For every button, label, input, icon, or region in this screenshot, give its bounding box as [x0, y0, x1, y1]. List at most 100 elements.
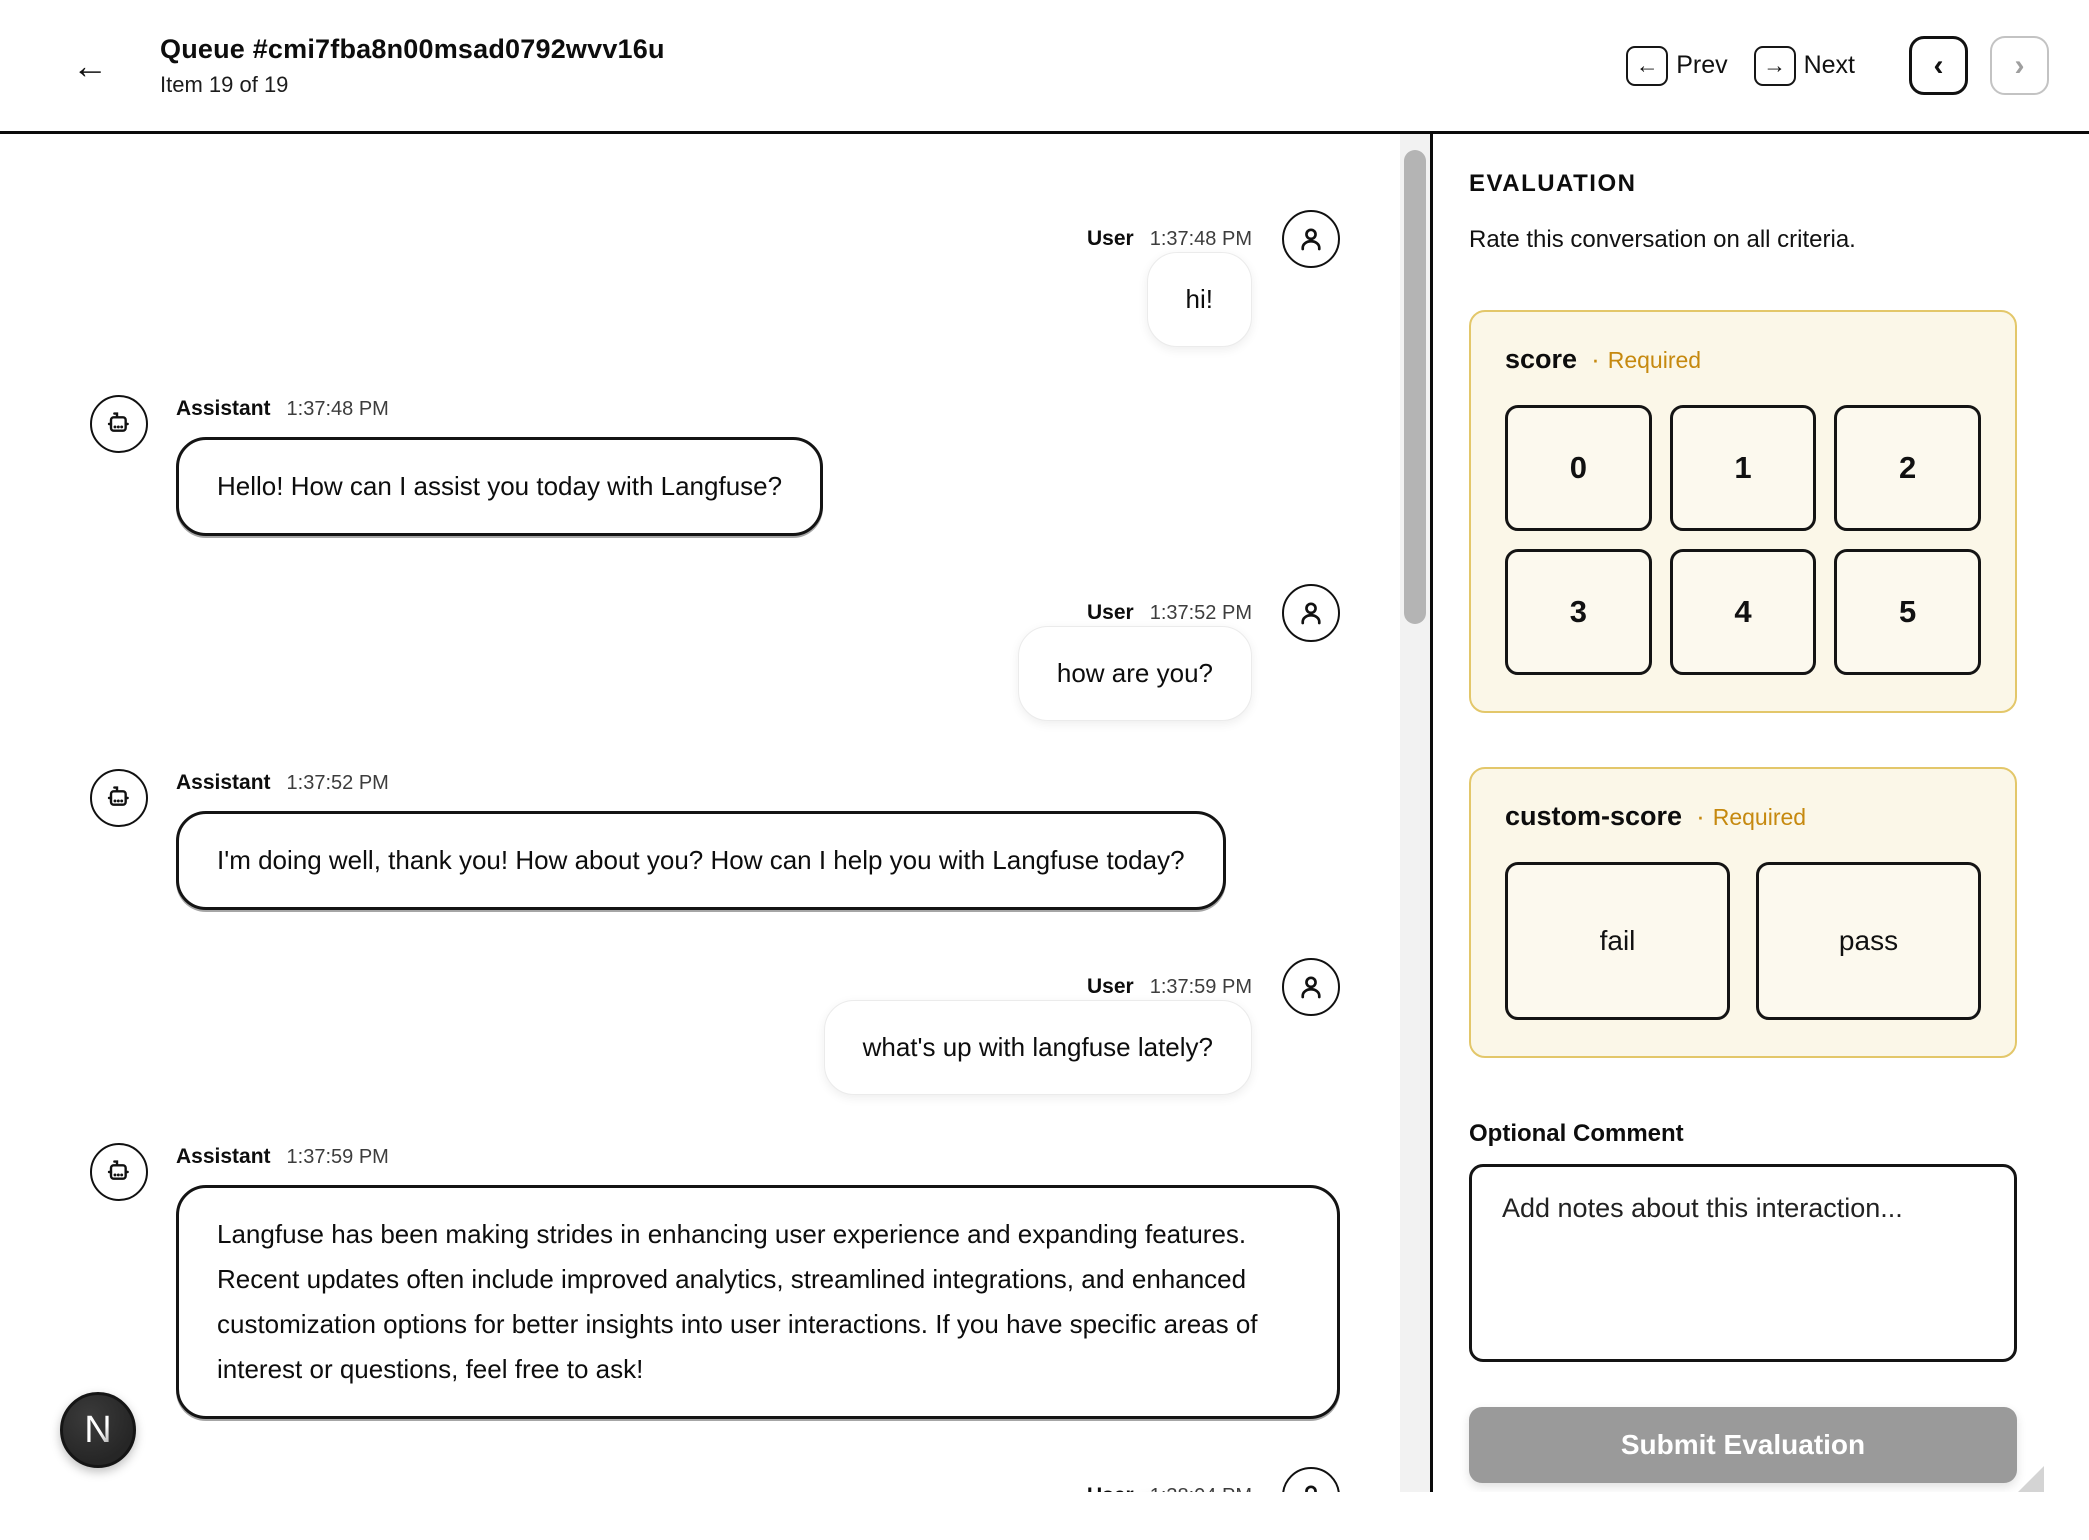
required-badge: · Required — [1591, 346, 1701, 374]
submit-evaluation-button[interactable]: Submit Evaluation — [1469, 1407, 2017, 1483]
chat-scrollbar-track[interactable] — [1400, 134, 1430, 1492]
robot-icon — [103, 408, 135, 440]
arrow-right-icon: → — [1754, 46, 1796, 86]
message-bubble: Hello! How can I assist you today with L… — [176, 437, 823, 536]
user-avatar — [1282, 584, 1340, 642]
chat-message-user: User 1:37:48 PM hi! — [90, 210, 1340, 347]
message-header: Assistant 1:37:52 PM — [176, 771, 1340, 795]
criterion-options: failpass — [1505, 862, 1981, 1020]
message-timestamp: 1:37:59 PM — [1150, 976, 1252, 999]
chat-message-assistant: Assistant 1:37:48 PM Hello! How can I as… — [90, 395, 1340, 536]
user-avatar — [1282, 210, 1340, 268]
person-icon — [1295, 223, 1327, 255]
score-option-5[interactable]: 5 — [1834, 549, 1981, 675]
message-bubble: I'm doing well, thank you! How about you… — [176, 811, 1226, 910]
comment-textarea[interactable] — [1469, 1164, 2017, 1362]
message-bubble: how are you? — [1018, 626, 1252, 721]
n-logo-icon: N — [84, 1409, 111, 1452]
message-header: Assistant 1:37:59 PM — [176, 1145, 1340, 1169]
message-timestamp: 1:37:52 PM — [287, 772, 389, 795]
message-timestamp: 1:37:48 PM — [1150, 228, 1252, 251]
resize-grip-icon[interactable] — [2018, 1466, 2044, 1492]
score-option-pass[interactable]: pass — [1756, 862, 1981, 1020]
back-arrow-icon: ← — [72, 45, 108, 86]
message-header: Assistant 1:37:48 PM — [176, 397, 1340, 421]
criterion-name: score — [1505, 344, 1577, 375]
user-avatar — [1282, 1467, 1340, 1492]
score-option-1[interactable]: 1 — [1670, 405, 1817, 531]
message-bubble-row: what's up with langfuse lately? — [90, 1000, 1340, 1095]
criterion-options: 012 345 — [1505, 405, 1981, 675]
required-badge: · Required — [1696, 803, 1806, 831]
chat-message-user: User 1:37:59 PM what's up with langfuse … — [90, 958, 1340, 1095]
message-author: User — [1087, 1484, 1134, 1492]
person-icon — [1295, 971, 1327, 1003]
message-timestamp: 1:37:52 PM — [1150, 602, 1252, 625]
user-avatar — [1282, 958, 1340, 1016]
message-timestamp: 1:37:48 PM — [287, 398, 389, 421]
required-label: Required — [1608, 347, 1701, 374]
prev-item-button[interactable]: ← Prev — [1626, 46, 1727, 86]
criterion-header: custom-score · Required — [1505, 801, 1981, 832]
person-icon — [1295, 1480, 1327, 1492]
chat-message-user: User 1:38:04 PM — [90, 1467, 1340, 1492]
pager-buttons: ‹ › — [1909, 36, 2049, 95]
message-header: User 1:38:04 PM — [90, 1467, 1340, 1492]
message-author: Assistant — [176, 397, 271, 421]
message-author: User — [1087, 975, 1134, 999]
header-titles: Queue #cmi7fba8n00msad0792wvv16u Item 19… — [160, 34, 665, 98]
chevron-left-icon: ‹ — [1934, 49, 1944, 83]
score-option-fail[interactable]: fail — [1505, 862, 1730, 1020]
message-content: Assistant 1:37:59 PM Langfuse has been m… — [176, 1143, 1340, 1419]
message-timestamp: 1:38:04 PM — [1150, 1485, 1252, 1493]
criterion-header: score · Required — [1505, 344, 1981, 375]
criterion-card: custom-score · Required failpass — [1469, 767, 2017, 1058]
score-option-0[interactable]: 0 — [1505, 405, 1652, 531]
evaluation-panel: EVALUATION Rate this conversation on all… — [1433, 134, 2089, 1492]
header-actions: ← Prev → Next ‹ › — [1626, 36, 2049, 95]
prev-label: Prev — [1676, 51, 1727, 80]
score-option-2[interactable]: 2 — [1834, 405, 1981, 531]
evaluation-subheading: Rate this conversation on all criteria. — [1469, 226, 2017, 254]
criterion-card: score · Required 012 345 — [1469, 310, 2017, 713]
message-bubble: hi! — [1147, 252, 1252, 347]
chat-message-assistant: Assistant 1:37:59 PM Langfuse has been m… — [90, 1143, 1340, 1419]
required-label: Required — [1713, 804, 1806, 831]
next-item-button[interactable]: → Next — [1754, 46, 1855, 86]
assistant-avatar — [90, 769, 148, 827]
page-title: Queue #cmi7fba8n00msad0792wvv16u — [160, 34, 665, 65]
score-option-3[interactable]: 3 — [1505, 549, 1652, 675]
dot-icon: · — [1591, 346, 1600, 372]
annotation-queue-app: ← Queue #cmi7fba8n00msad0792wvv16u Item … — [0, 0, 2089, 1540]
message-bubble-row: hi! — [90, 252, 1340, 347]
page-forward-button[interactable]: › — [1990, 36, 2049, 95]
main-content: User 1:37:48 PM hi! Assistant — [0, 134, 2089, 1492]
message-author: User — [1087, 601, 1134, 625]
message-author: Assistant — [176, 771, 271, 795]
robot-icon — [103, 782, 135, 814]
next-label: Next — [1804, 51, 1855, 80]
message-bubble-row: how are you? — [90, 626, 1340, 721]
person-icon — [1295, 597, 1327, 629]
robot-icon — [103, 1156, 135, 1188]
page-back-button[interactable]: ‹ — [1909, 36, 1968, 95]
header: ← Queue #cmi7fba8n00msad0792wvv16u Item … — [0, 0, 2089, 134]
chevron-right-icon: › — [2015, 49, 2025, 83]
message-content: Assistant 1:37:48 PM Hello! How can I as… — [176, 395, 1340, 536]
chat-scrollbar-thumb[interactable] — [1404, 150, 1426, 624]
score-option-4[interactable]: 4 — [1670, 549, 1817, 675]
assistant-avatar — [90, 1143, 148, 1201]
message-timestamp: 1:37:59 PM — [287, 1146, 389, 1169]
nextjs-dev-badge[interactable]: N — [60, 1392, 136, 1468]
optional-comment-label: Optional Comment — [1469, 1120, 2017, 1148]
chat-message-assistant: Assistant 1:37:52 PM I'm doing well, tha… — [90, 769, 1340, 910]
assistant-avatar — [90, 395, 148, 453]
message-bubble: Langfuse has been making strides in enha… — [176, 1185, 1340, 1419]
message-author: Assistant — [176, 1145, 271, 1169]
evaluation-heading: EVALUATION — [1469, 170, 2017, 198]
message-content: Assistant 1:37:52 PM I'm doing well, tha… — [176, 769, 1340, 910]
criteria-list: score · Required 012 345 custom-score · R… — [1469, 310, 2017, 1058]
queue-progress: Item 19 of 19 — [160, 72, 665, 98]
back-button[interactable]: ← — [64, 40, 116, 92]
chat-message-user: User 1:37:52 PM how are you? — [90, 584, 1340, 721]
